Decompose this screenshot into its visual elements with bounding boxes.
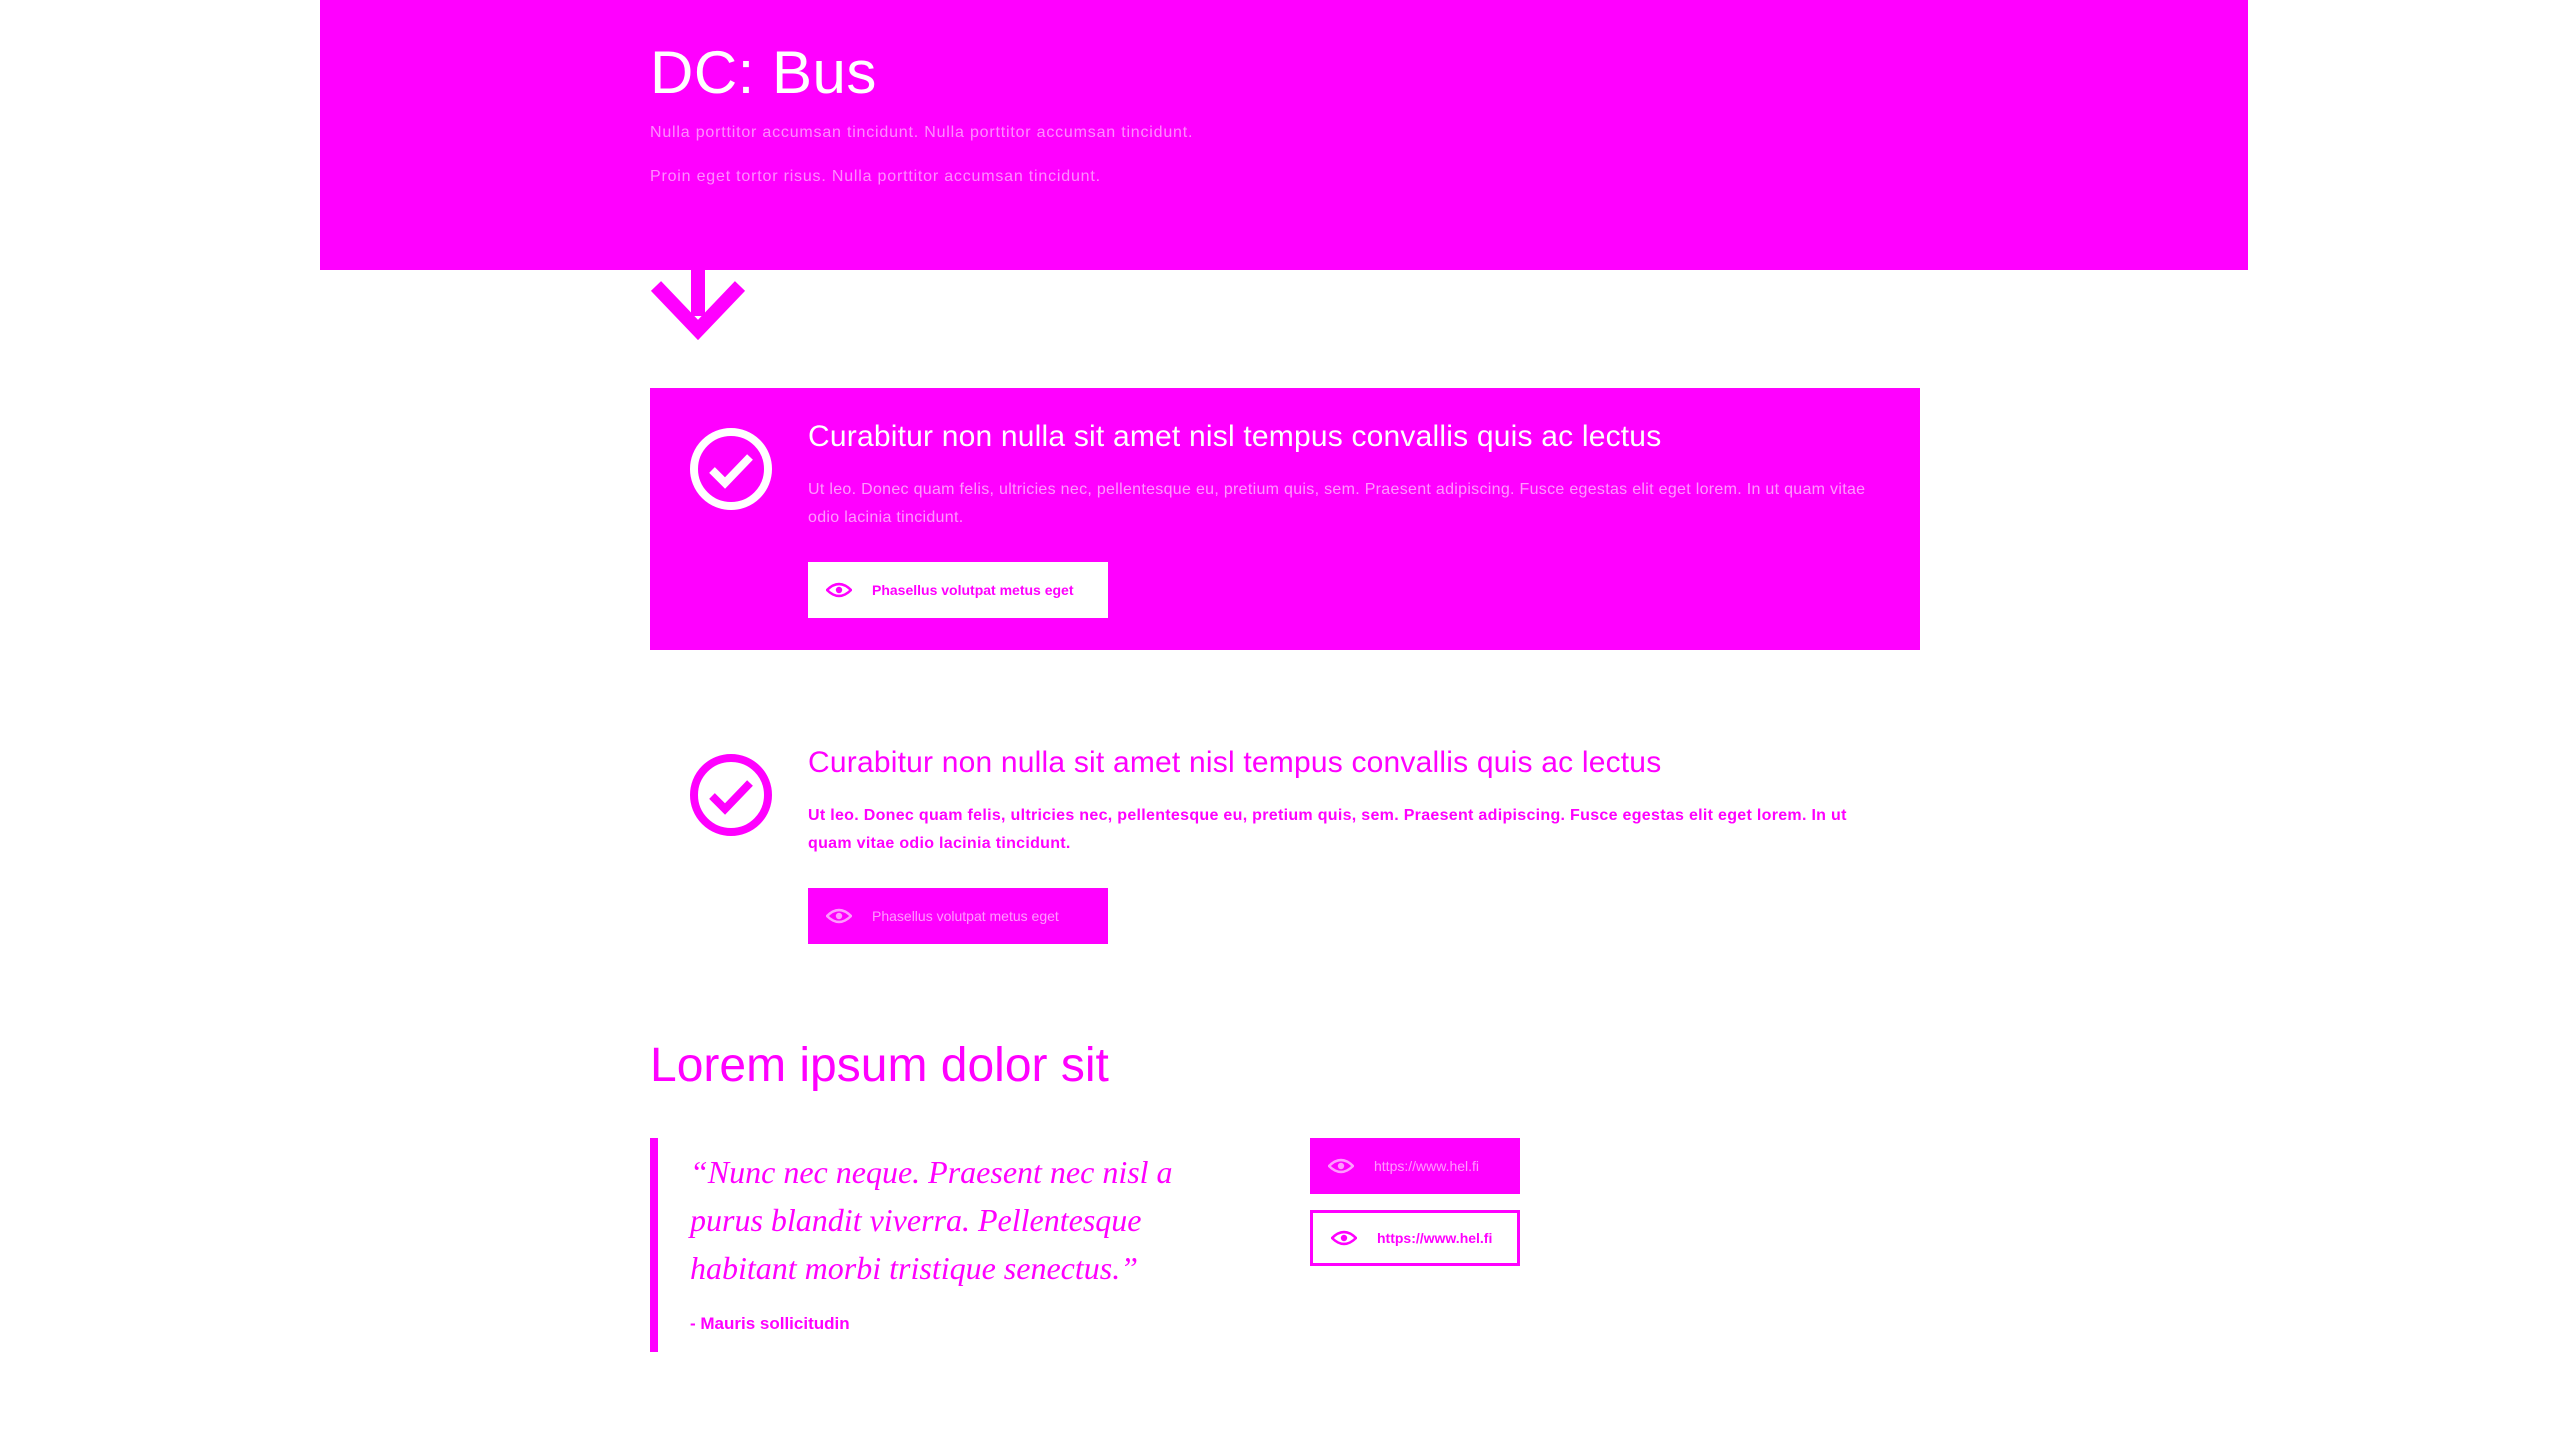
blockquote: “Nunc nec neque. Praesent nec nisl a pur… [650,1138,1250,1352]
check-circle-icon [690,428,772,510]
hero-description-line-1: Nulla porttitor accumsan tincidunt. Null… [650,124,1194,141]
card-title: Curabitur non nulla sit amet nisl tempus… [808,420,1662,453]
hero-description-line-2: Proin eget tortor risus. Nulla porttitor… [650,168,1101,185]
button-label: Phasellus volutpat metus eget [872,908,1059,924]
eye-icon [826,582,852,598]
check-circle-icon [690,754,772,836]
hero-banner: DC: Bus Nulla porttitor accumsan tincidu… [320,0,2248,270]
notification-card-secondary: Curabitur non nulla sit amet nisl tempus… [650,714,1920,976]
link-label: https://www.hel.fi [1374,1158,1480,1174]
quote-author: - Mauris sollicitudin [690,1314,850,1333]
eye-icon [1331,1230,1357,1246]
arrow-down-icon [650,258,746,341]
link-button-outline[interactable]: https://www.hel.fi [1310,1210,1520,1266]
card-action-button[interactable]: Phasellus volutpat metus eget [808,562,1108,618]
quote-text: “Nunc nec neque. Praesent nec nisl a pur… [690,1154,1173,1286]
card-text: Ut leo. Donec quam felis, ultricies nec,… [808,807,1847,852]
button-label: Phasellus volutpat metus eget [872,582,1074,598]
link-label: https://www.hel.fi [1377,1230,1493,1246]
section-title: Lorem ipsum dolor sit [650,1039,1109,1092]
eye-icon [1328,1158,1354,1174]
wave-divider [320,256,2248,278]
eye-icon [826,908,852,924]
card-title: Curabitur non nulla sit amet nisl tempus… [808,746,1662,779]
card-text: Ut leo. Donec quam felis, ultricies nec,… [808,481,1866,526]
card-action-button[interactable]: Phasellus volutpat metus eget [808,888,1108,944]
notification-card-primary: Curabitur non nulla sit amet nisl tempus… [650,388,1920,650]
page-title: DC: Bus [650,39,877,106]
link-button-filled[interactable]: https://www.hel.fi [1310,1138,1520,1194]
